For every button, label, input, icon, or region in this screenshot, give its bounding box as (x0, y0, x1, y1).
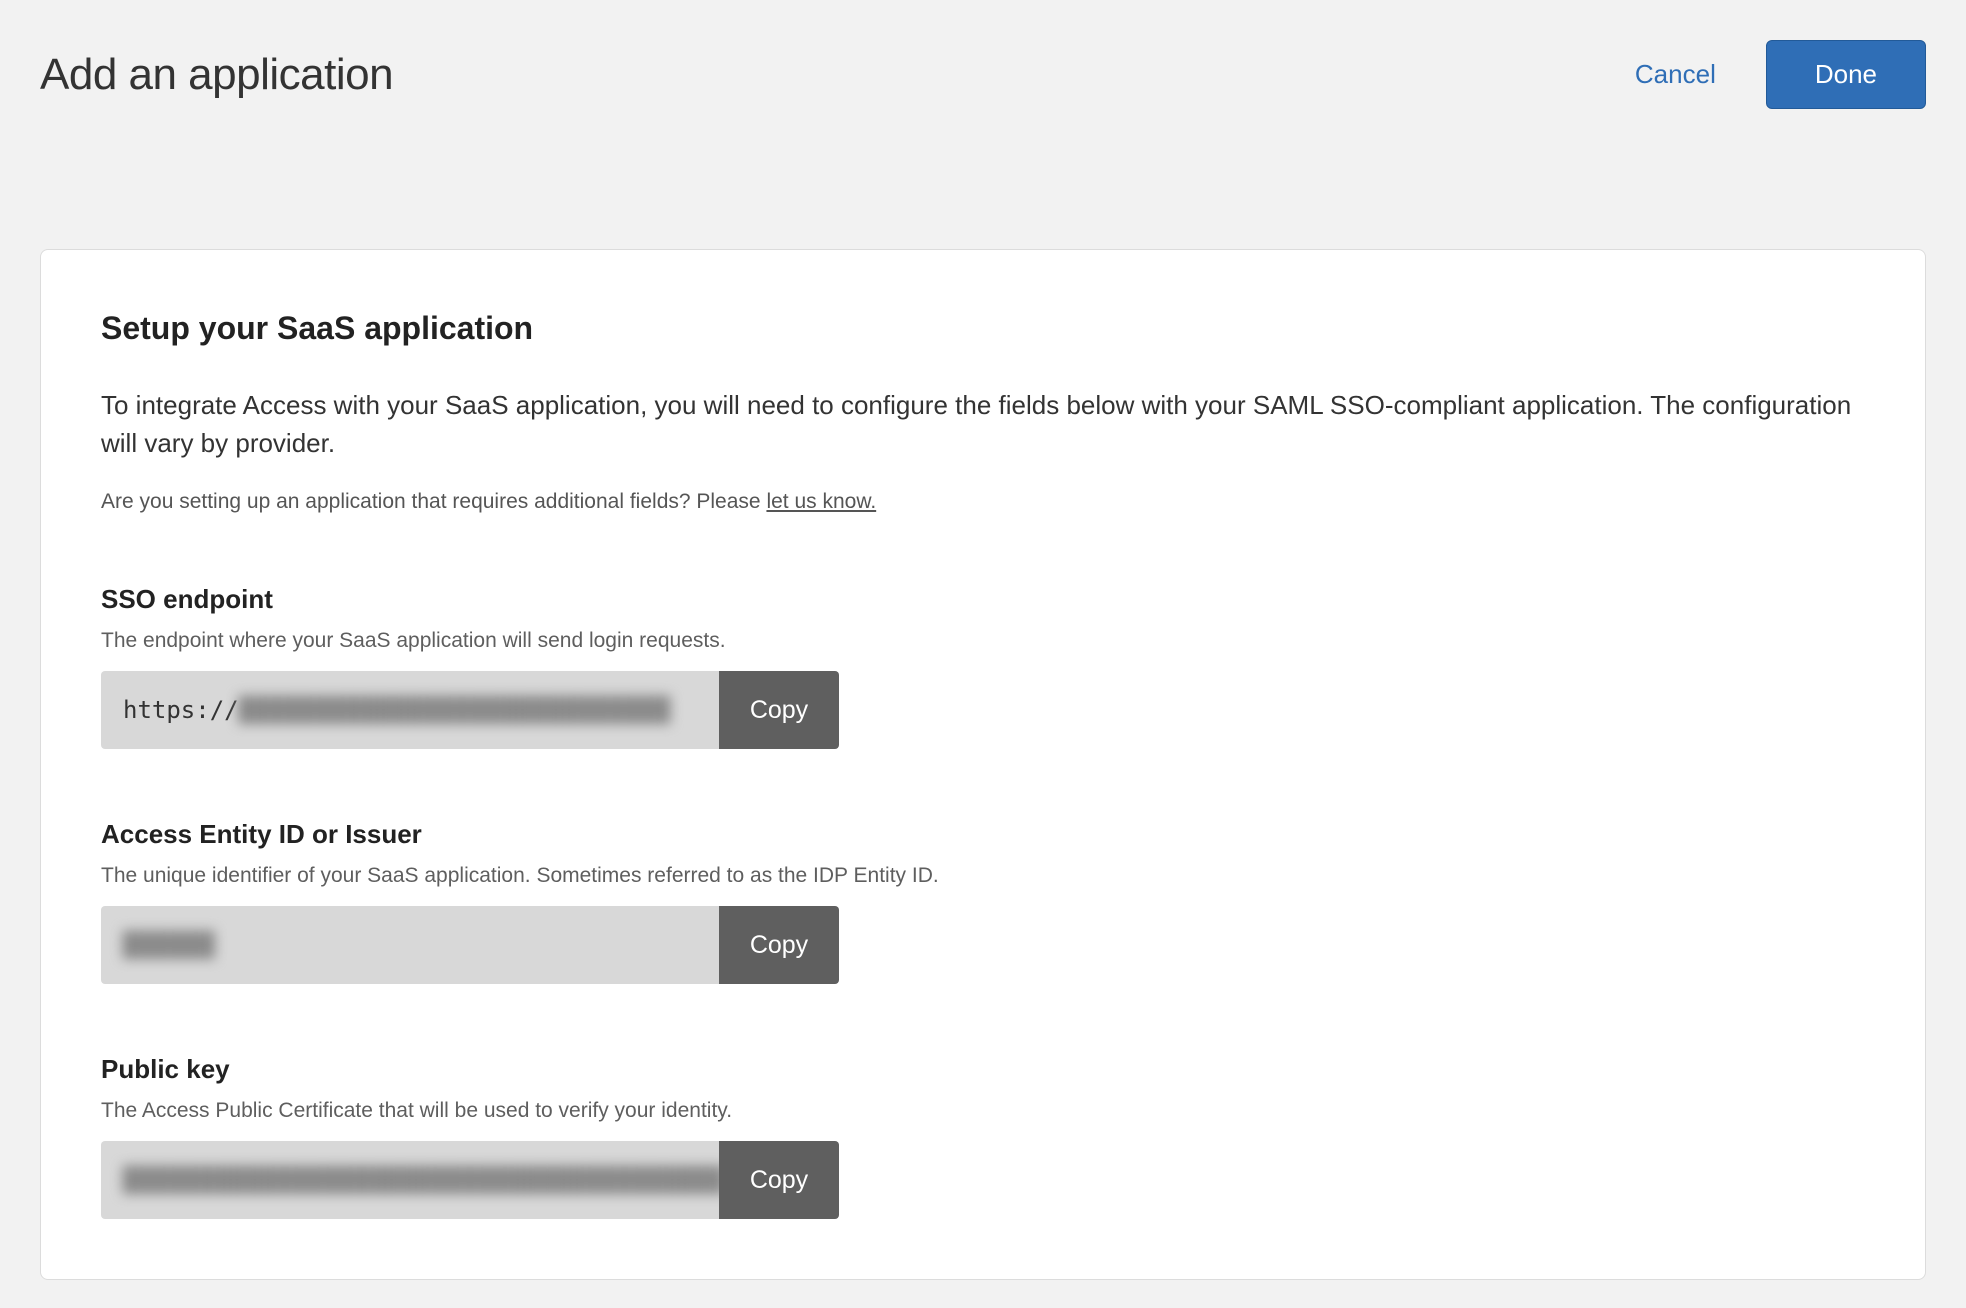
sso-endpoint-value-prefix: https:// (123, 696, 239, 724)
entity-id-help: The unique identifier of your SaaS appli… (101, 864, 1865, 888)
public-key-value[interactable]: ███████████████████████████████████████ (101, 1141, 719, 1219)
cancel-button[interactable]: Cancel (1635, 59, 1716, 90)
entity-id-block: Access Entity ID or Issuer The unique id… (101, 819, 1865, 984)
section-description: To integrate Access with your SaaS appli… (101, 387, 1865, 462)
sso-endpoint-block: SSO endpoint The endpoint where your Saa… (101, 584, 1865, 749)
public-key-block: Public key The Access Public Certificate… (101, 1054, 1865, 1219)
sso-endpoint-help: The endpoint where your SaaS application… (101, 629, 1865, 653)
additional-fields-note: Are you setting up an application that r… (101, 490, 1865, 514)
sso-endpoint-row: https://████████████████████████████ Cop… (101, 671, 839, 749)
note-prefix: Are you setting up an application that r… (101, 490, 766, 513)
top-bar: Add an application Cancel Done (0, 0, 1966, 109)
public-key-row: ███████████████████████████████████████ … (101, 1141, 839, 1219)
let-us-know-link[interactable]: let us know. (766, 490, 876, 513)
top-actions: Cancel Done (1635, 40, 1926, 109)
sso-endpoint-label: SSO endpoint (101, 584, 1865, 615)
sso-endpoint-value-obscured: ████████████████████████████ (239, 696, 672, 724)
entity-id-row: ██████ Copy (101, 906, 839, 984)
done-button[interactable]: Done (1766, 40, 1926, 109)
public-key-help: The Access Public Certificate that will … (101, 1099, 1865, 1123)
public-key-value-obscured: ███████████████████████████████████████ (123, 1166, 719, 1194)
entity-id-copy-button[interactable]: Copy (719, 906, 839, 984)
section-title: Setup your SaaS application (101, 310, 1865, 347)
entity-id-value[interactable]: ██████ (101, 906, 719, 984)
entity-id-value-obscured: ██████ (123, 931, 216, 959)
entity-id-label: Access Entity ID or Issuer (101, 819, 1865, 850)
public-key-copy-button[interactable]: Copy (719, 1141, 839, 1219)
public-key-label: Public key (101, 1054, 1865, 1085)
sso-endpoint-value[interactable]: https://████████████████████████████ (101, 671, 719, 749)
setup-card: Setup your SaaS application To integrate… (40, 249, 1926, 1280)
page-title: Add an application (40, 50, 393, 100)
sso-endpoint-copy-button[interactable]: Copy (719, 671, 839, 749)
